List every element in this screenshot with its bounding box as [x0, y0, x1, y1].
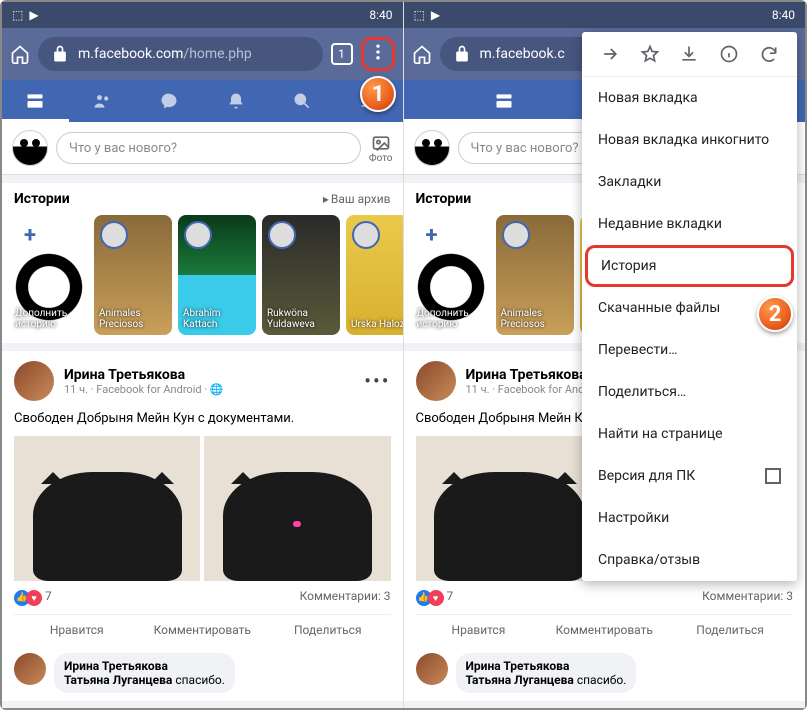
menu-desktop-site[interactable]: Версия для ПК	[582, 455, 797, 497]
feed-post: Ирина Третьякова 11 ч. · Facebook for An…	[2, 351, 403, 645]
share-button[interactable]: Поделиться	[667, 615, 793, 645]
story-item[interactable]: Animales Preciosos	[94, 215, 172, 335]
status-bar: ⬚ ▶ 8:40	[2, 2, 403, 28]
menu-settings[interactable]: Настройки	[582, 497, 797, 539]
menu-history[interactable]: История	[585, 245, 794, 287]
stories-title: Истории	[416, 191, 472, 207]
app-icon: ⬚	[12, 8, 23, 22]
like-button[interactable]: Нравится	[14, 615, 140, 645]
story-item[interactable]: Animales Preciosos	[496, 215, 574, 335]
download-icon[interactable]	[679, 44, 699, 64]
post-menu-button[interactable]: •••	[364, 369, 390, 393]
tab-friends[interactable]	[69, 80, 136, 122]
post-username[interactable]: Ирина Третьякова	[64, 367, 224, 383]
share-button[interactable]: Поделиться	[265, 615, 391, 645]
tab-messenger[interactable]	[136, 80, 203, 122]
post-comments-count[interactable]: Комментарии: 3	[702, 589, 793, 606]
tab-search[interactable]	[269, 80, 336, 122]
fb-nav-tabs	[2, 80, 403, 122]
composer-input[interactable]: Что у вас нового?	[56, 132, 361, 164]
comment-preview: Ирина Третьякова Татьяна Луганцева спаси…	[2, 645, 403, 701]
url-bar[interactable]: m.facebook.com/home.php	[38, 37, 323, 71]
story-item[interactable]: Abrahîm Kattach	[178, 215, 256, 335]
photo-button[interactable]: Фото	[369, 133, 393, 164]
menu-incognito[interactable]: Новая вкладка инкогнито	[582, 119, 797, 161]
composer: Что у вас нового? Фото	[2, 122, 403, 175]
annotation-badge-1: 1	[360, 76, 396, 112]
menu-bookmarks[interactable]: Закладки	[582, 161, 797, 203]
status-bar: ⬚ ▶ 8:40	[404, 2, 806, 28]
app-icon: ⬚	[414, 8, 425, 22]
post-avatar[interactable]	[416, 361, 456, 401]
play-icon: ▶	[431, 8, 440, 22]
stories-section: Истории ▸ Ваш архив Дополнить историю An…	[2, 183, 403, 343]
menu-help[interactable]: Справка/отзыв	[582, 539, 797, 581]
post-avatar[interactable]	[14, 361, 54, 401]
story-add[interactable]: Дополнить историю	[412, 215, 490, 335]
user-avatar[interactable]	[414, 130, 450, 166]
story-item[interactable]: Urska Halozan	[346, 215, 403, 335]
desktop-checkbox[interactable]	[765, 468, 781, 484]
info-icon[interactable]	[719, 44, 739, 64]
menu-find[interactable]: Найти на странице	[582, 413, 797, 455]
tab-notifications[interactable]	[202, 80, 269, 122]
home-icon[interactable]	[10, 44, 30, 64]
menu-new-tab[interactable]: Новая вкладка	[582, 77, 797, 119]
star-icon[interactable]	[640, 44, 660, 64]
post-text: Свободен Добрыня Мейн Кун с документами.	[14, 401, 391, 436]
menu-recent-tabs[interactable]: Недавние вкладки	[582, 203, 797, 245]
clock: 8:40	[772, 8, 795, 22]
forward-icon[interactable]	[600, 44, 620, 64]
browser-menu-button[interactable]	[361, 37, 395, 71]
comment-bubble[interactable]: Ирина Третьякова Татьяна Луганцева спаси…	[456, 653, 637, 693]
clock: 8:40	[369, 8, 392, 22]
annotation-badge-2: 2	[757, 296, 793, 332]
like-button[interactable]: Нравится	[416, 615, 542, 645]
tab-count[interactable]: 1	[331, 43, 353, 65]
menu-share[interactable]: Поделиться…	[582, 371, 797, 413]
post-time: 11 ч. · Facebook for Android · 🌐	[64, 383, 224, 396]
post-images[interactable]	[14, 436, 391, 581]
user-avatar[interactable]	[12, 130, 48, 166]
comment-button[interactable]: Комментировать	[140, 615, 266, 645]
menu-translate[interactable]: Перевести…	[582, 329, 797, 371]
post-reactions[interactable]: 👍♥ 7	[416, 589, 454, 606]
love-icon: ♥	[428, 590, 444, 606]
stories-title: Истории	[14, 191, 70, 207]
tab-feed[interactable]	[2, 80, 69, 122]
comment-avatar[interactable]	[14, 653, 46, 685]
lock-icon	[452, 44, 472, 64]
love-icon: ♥	[26, 590, 42, 606]
home-icon[interactable]	[412, 44, 432, 64]
story-item[interactable]: Rukwöna Yuldaweva	[262, 215, 340, 335]
comment-bubble[interactable]: Ирина Третьякова Татьяна Луганцева спаси…	[54, 653, 235, 693]
play-icon: ▶	[29, 8, 38, 22]
comment-avatar[interactable]	[416, 653, 448, 685]
comment-preview: Ирина Третьякова Татьяна Луганцева спаси…	[404, 645, 806, 701]
post-reactions[interactable]: 👍♥ 7	[14, 589, 52, 606]
browser-toolbar: m.facebook.com/home.php 1	[2, 28, 403, 80]
refresh-icon[interactable]	[759, 44, 779, 64]
stories-archive-link[interactable]: ▸ Ваш архив	[323, 191, 391, 207]
comment-button[interactable]: Комментировать	[541, 615, 667, 645]
post-comments-count[interactable]: Комментарии: 3	[300, 589, 391, 606]
lock-icon	[50, 44, 70, 64]
tab-feed[interactable]	[404, 80, 605, 122]
story-add[interactable]: Дополнить историю	[10, 215, 88, 335]
